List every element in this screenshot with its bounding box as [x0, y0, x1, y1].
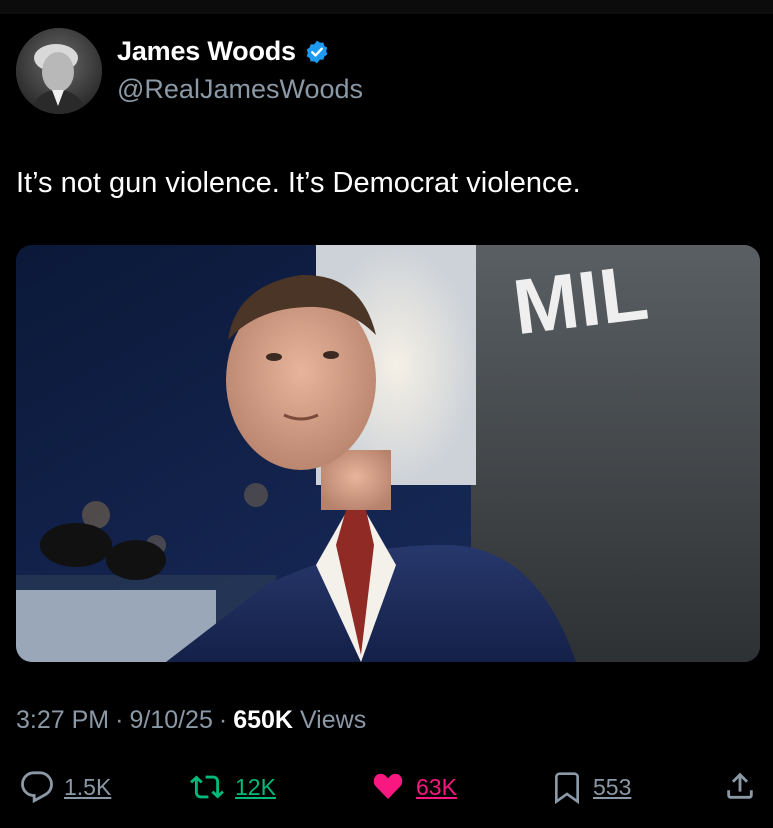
views-count: 650K	[233, 706, 293, 734]
bookmark-icon	[551, 770, 583, 804]
tweet-media-photo[interactable]: MIL	[16, 245, 760, 662]
tweet-time[interactable]: 3:27 PM	[16, 706, 109, 735]
retweet-count: 12K	[235, 773, 276, 800]
retweet-button[interactable]: 12K	[189, 770, 276, 804]
like-button[interactable]: 63K	[370, 770, 457, 804]
reply-icon	[20, 770, 54, 804]
meta-separator: ·	[115, 706, 124, 734]
share-button[interactable]	[723, 768, 757, 804]
tweet-text: It’s not gun violence. It’s Democrat vio…	[16, 167, 581, 199]
meta-separator: ·	[218, 706, 228, 734]
author-display-name[interactable]: James Woods	[117, 36, 296, 67]
bookmark-button[interactable]: 553	[551, 770, 631, 804]
reply-button[interactable]: 1.5K	[20, 770, 111, 804]
top-status-strip	[0, 0, 773, 14]
heart-icon	[370, 770, 406, 804]
share-icon	[723, 768, 757, 804]
tweet-meta: 3:27 PM · 9/10/25 · 650K Views	[16, 706, 366, 735]
tweet-date[interactable]: 9/10/25	[129, 706, 212, 735]
author-handle[interactable]: @RealJamesWoods	[117, 74, 363, 105]
author-name-row: James Woods	[117, 36, 330, 67]
media-sign-text: MIL	[508, 248, 652, 352]
avatar[interactable]	[16, 28, 102, 114]
retweet-icon	[189, 770, 225, 804]
reply-count: 1.5K	[64, 773, 112, 800]
like-count: 63K	[416, 773, 457, 800]
verified-badge-icon[interactable]	[304, 39, 330, 65]
bookmark-count: 553	[593, 773, 632, 800]
views-label: Views	[299, 706, 367, 734]
action-bar: 1.5K 12K 63K 553	[0, 762, 773, 810]
